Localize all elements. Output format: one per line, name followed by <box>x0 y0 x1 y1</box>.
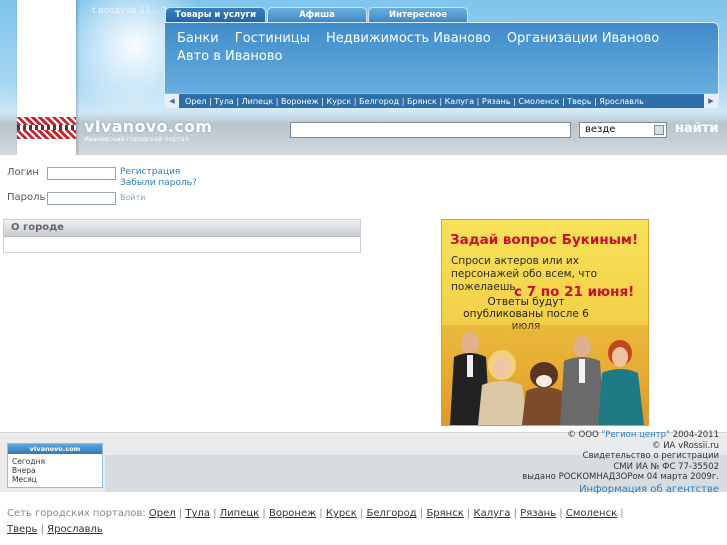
counter-title: vIvanovo.com <box>8 444 102 454</box>
chevron-down-icon[interactable] <box>654 125 664 135</box>
network-city-link[interactable]: Курск <box>326 508 357 519</box>
network-label: Сеть городских порталов: <box>7 508 146 519</box>
agency-info-link[interactable]: Информация об агентстве <box>522 483 719 496</box>
copyright-prefix: © ООО <box>567 430 599 440</box>
network-city-link[interactable]: Брянск <box>426 508 463 519</box>
counter-yesterday: Вчера <box>12 466 36 475</box>
top-tabs: Товары и услуги Афиша Интересное <box>165 7 468 23</box>
banner-headline: Задай вопрос Букиным! <box>450 232 639 248</box>
site-logo[interactable]: vIvanovo.com <box>84 117 212 136</box>
search-button[interactable]: найти <box>675 121 719 136</box>
site-header: t воздуха 11 .. 1 Товары и услуги Афиша … <box>0 0 727 155</box>
scroll-left-icon[interactable]: ◀ <box>165 94 179 108</box>
separator: | <box>510 508 517 519</box>
separator: | <box>259 508 266 519</box>
counter-month: Месяц <box>12 475 37 484</box>
portal-network: Сеть городских порталов: Орел | Тула | Л… <box>7 506 627 538</box>
certificate-title: Свидетельство о регистрации <box>582 451 719 461</box>
network-city-link[interactable]: Рязань <box>520 508 556 519</box>
separator: | <box>463 508 471 519</box>
separator: | <box>617 508 624 519</box>
about-city-title[interactable]: О городе <box>4 220 360 237</box>
separator: | <box>175 508 183 519</box>
footer-info: © ООО "Регион центр" 2004-2011 © ИА vRos… <box>522 430 719 496</box>
counter-today: Сегодня <box>12 457 45 466</box>
category-links: Банки Гостиницы Недвижимость Иваново Орг… <box>177 29 697 65</box>
network-city-link[interactable]: Белгород <box>367 508 417 519</box>
tab-interesting[interactable]: Интересное <box>368 7 468 23</box>
network-city-link[interactable]: Ярославль <box>47 524 103 535</box>
nav-panel: Банки Гостиницы Недвижимость Иваново Орг… <box>164 22 719 109</box>
visit-counter: vIvanovo.com Сегодня Вчера Месяц <box>7 443 103 488</box>
login-label: Логин <box>7 167 39 178</box>
logo-subtitle: Ивановский городской портал <box>84 135 189 143</box>
network-city-link[interactable]: Тверь <box>7 524 37 535</box>
certificate-issued: выдано РОСКОМНАДЗОРом 04 марта 2009г. <box>522 472 719 482</box>
nav-link-organizations[interactable]: Организации Иваново <box>507 31 659 46</box>
company-link[interactable]: "Регион центр" <box>601 430 670 440</box>
nav-link-banks[interactable]: Банки <box>177 31 219 46</box>
network-city-link[interactable]: Воронеж <box>269 508 316 519</box>
tab-goods-services[interactable]: Товары и услуги <box>165 7 266 23</box>
network-city-link[interactable]: Липецк <box>220 508 260 519</box>
banner-people-image <box>442 325 648 425</box>
network-city-link[interactable]: Смоленск <box>566 508 617 519</box>
login-field[interactable] <box>47 167 116 180</box>
search-scope-value: везде <box>585 124 616 135</box>
nav-link-auto[interactable]: Авто в Иваново <box>177 49 282 64</box>
separator: | <box>416 508 424 519</box>
separator: | <box>316 508 323 519</box>
cities-list[interactable]: Орел | Тула | Липецк | Воронеж | Курск |… <box>179 97 704 106</box>
nav-link-realty[interactable]: Недвижимость Иваново <box>326 31 491 46</box>
forgot-password-link[interactable]: Забыли пароль? <box>120 178 197 188</box>
cities-bar: ◀ Орел | Тула | Липецк | Воронеж | Курск… <box>165 93 718 108</box>
certificate-number: СМИ ИА № ФС 77-35502 <box>613 461 719 472</box>
separator: | <box>209 508 217 519</box>
promo-banner[interactable]: Задай вопрос Букиным! Спроси актеров или… <box>441 219 649 426</box>
ornament-pattern <box>17 117 76 139</box>
password-label: Пароль <box>7 192 46 203</box>
about-city-box: О городе <box>3 219 361 253</box>
separator: | <box>37 524 44 535</box>
nav-link-hotels[interactable]: Гостиницы <box>235 31 310 46</box>
register-link[interactable]: Регистрация <box>120 167 180 177</box>
copyright-years: 2004-2011 <box>672 430 719 440</box>
search-scope-select[interactable]: везде <box>579 122 667 138</box>
password-field[interactable] <box>47 192 116 205</box>
separator: | <box>356 508 364 519</box>
agency-line: © ИА vRossii.ru <box>652 440 719 451</box>
network-city-link[interactable]: Калуга <box>474 508 511 519</box>
network-city-link[interactable]: Орел <box>149 508 176 519</box>
scroll-right-icon[interactable]: ▶ <box>704 94 718 108</box>
separator: | <box>556 508 563 519</box>
weather-info: t воздуха 11 .. 1 <box>92 6 168 16</box>
search-input[interactable] <box>290 122 571 138</box>
tab-afisha[interactable]: Афиша <box>267 7 367 23</box>
login-button[interactable]: Войти <box>120 193 145 202</box>
network-city-link[interactable]: Тула <box>185 508 210 519</box>
copyright-line: © ООО "Регион центр" 2004-2011 <box>522 430 719 441</box>
